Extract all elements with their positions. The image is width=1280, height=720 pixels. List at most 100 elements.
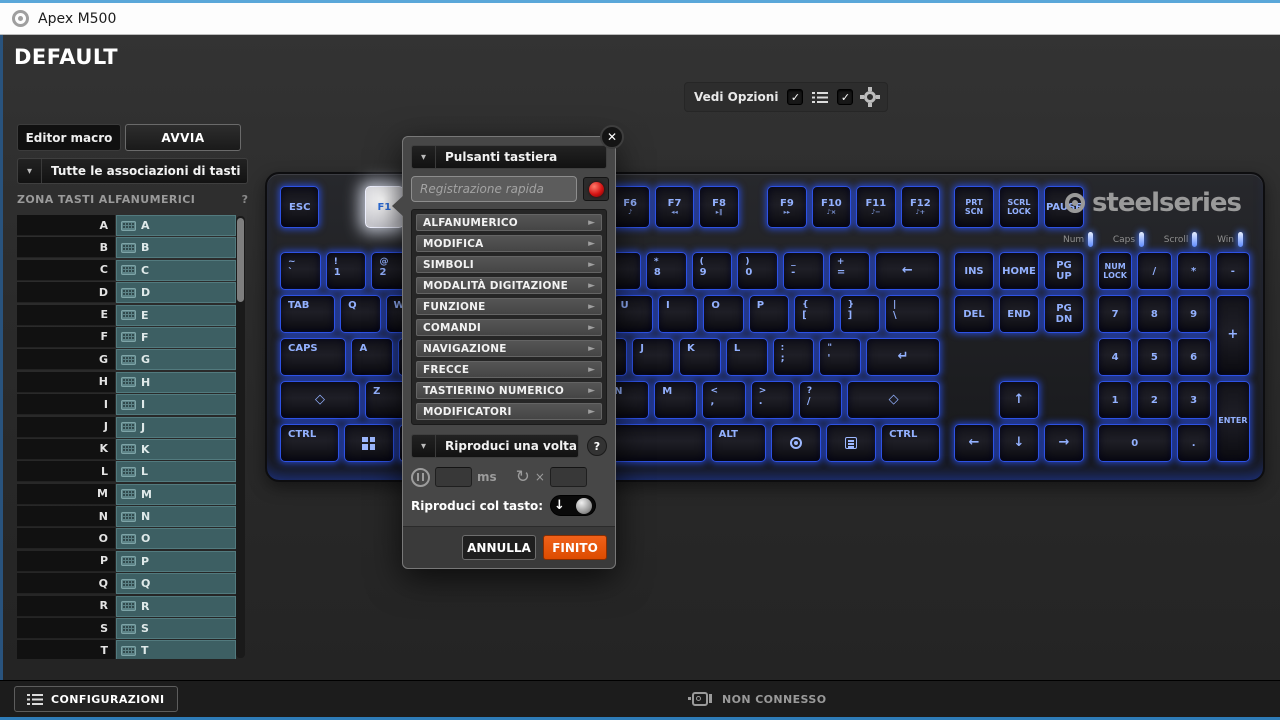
category-funzione[interactable]: FUNZIONE► (416, 298, 602, 315)
key-end[interactable]: END (999, 295, 1039, 333)
key-ins[interactable]: INS (954, 252, 994, 290)
done-button[interactable]: FINITO (543, 535, 607, 560)
key-binding-value[interactable]: P (116, 551, 236, 572)
key-binding-row-l[interactable]: LL (17, 461, 236, 482)
key-caps[interactable]: CAPS (280, 338, 346, 376)
key-arrow-right[interactable]: → (1044, 424, 1084, 462)
key-arrow-left[interactable]: ← (954, 424, 994, 462)
key-binding-value[interactable]: R (116, 596, 236, 617)
help-button[interactable]: ? (587, 436, 607, 456)
key-l[interactable]: L (726, 338, 768, 376)
quick-record-input[interactable] (411, 176, 577, 202)
key-binding-row-b[interactable]: BB (17, 237, 236, 258)
zone-help-icon[interactable]: ? (242, 193, 248, 206)
key-binding-row-d[interactable]: DD (17, 282, 236, 303)
view-option-checkbox-2[interactable]: ✓ (837, 89, 853, 105)
key-binding-value[interactable]: I (116, 394, 236, 415)
key-binding-row-q[interactable]: QQ (17, 573, 236, 594)
key-numpad-5[interactable]: 5 (1137, 338, 1171, 376)
key-binding-value[interactable]: B (116, 237, 236, 258)
key-menu[interactable] (826, 424, 876, 462)
key-numpad-enter[interactable]: ENTER (1216, 381, 1250, 462)
key-tab[interactable]: TAB (280, 295, 335, 333)
key-binding-value[interactable]: H (116, 372, 236, 393)
key-bracket-left[interactable]: {[ (794, 295, 834, 333)
key-binding-row-s[interactable]: SS (17, 618, 236, 639)
key-o[interactable]: O (703, 295, 743, 333)
key-numpad-1[interactable]: 1 (1098, 381, 1132, 419)
key-bracket-right[interactable]: }] (840, 295, 880, 333)
key-8[interactable]: *8 (646, 252, 687, 290)
key-f12[interactable]: F12♪+ (901, 186, 940, 228)
key-binding-value[interactable]: F (116, 327, 236, 348)
key-shift-right[interactable]: ◇ (847, 381, 940, 419)
key-f9[interactable]: F9▸▸ (767, 186, 806, 228)
key-numpad-7[interactable]: 7 (1098, 295, 1132, 333)
bindings-dropdown[interactable]: ▾ Tutte le associazioni di tasti (17, 158, 248, 184)
key-binding-row-i[interactable]: II (17, 394, 236, 415)
binding-type-dropdown[interactable]: ▾ Pulsanti tastiera (411, 145, 607, 169)
key-f11[interactable]: F11♪− (856, 186, 895, 228)
key-binding-value[interactable]: S (116, 618, 236, 639)
key-binding-value[interactable]: Q (116, 573, 236, 594)
key-binding-value[interactable]: E (116, 305, 236, 326)
key-arrow-up[interactable]: ↑ (999, 381, 1039, 419)
key-9[interactable]: (9 (692, 252, 733, 290)
key-quote[interactable]: "' (819, 338, 861, 376)
key-ctrl-left[interactable]: CTRL (280, 424, 339, 462)
category-modalit-digitazione[interactable]: MODALITÀ DIGITAZIONE► (416, 277, 602, 294)
key-alt-right[interactable]: ALT (711, 424, 766, 462)
key-binding-row-j[interactable]: JJ (17, 417, 236, 438)
settings-gear-icon[interactable] (864, 91, 876, 103)
close-icon[interactable]: ✕ (600, 125, 624, 149)
key-list-scrollbar[interactable] (236, 216, 245, 658)
key-1[interactable]: !1 (326, 252, 367, 290)
key-esc[interactable]: ESC (280, 186, 319, 228)
key-binding-row-e[interactable]: EE (17, 305, 236, 326)
category-simboli[interactable]: SIMBOLI► (416, 256, 602, 273)
category-frecce[interactable]: FRECCE► (416, 361, 602, 378)
category-alfanumerico[interactable]: ALFANUMERICO► (416, 214, 602, 231)
key-numpad-3[interactable]: 3 (1177, 381, 1211, 419)
key-p[interactable]: P (749, 295, 789, 333)
key-arrow-down[interactable]: ↓ (999, 424, 1039, 462)
key-numpad-plus[interactable]: + (1216, 295, 1250, 376)
key-num-lock[interactable]: NUMLOCK (1098, 252, 1132, 290)
key-minus[interactable]: _- (783, 252, 824, 290)
category-comandi[interactable]: COMANDI► (416, 319, 602, 336)
key-scroll-lock[interactable]: SCRLLOCK (999, 186, 1039, 228)
key-binding-value[interactable]: L (116, 461, 236, 482)
key-pg-dn[interactable]: PG DN (1044, 295, 1084, 333)
category-modificatori[interactable]: MODIFICATORI► (416, 403, 602, 420)
category-tastierino-numerico[interactable]: TASTIERINO NUMERICO► (416, 382, 602, 399)
key-home[interactable]: HOME (999, 252, 1039, 290)
key-print-screen[interactable]: PRTSCN (954, 186, 994, 228)
key-binding-value[interactable]: N (116, 506, 236, 527)
playback-dropdown[interactable]: ▾ Riproduci una volta (411, 434, 579, 458)
key-period[interactable]: >. (751, 381, 794, 419)
cancel-button[interactable]: ANNULLA (462, 535, 536, 560)
key-q[interactable]: Q (340, 295, 380, 333)
key-numpad-decimal[interactable]: . (1177, 424, 1211, 462)
key-j[interactable]: J (632, 338, 674, 376)
category-modifica[interactable]: MODIFICA► (416, 235, 602, 252)
key-binding-row-a[interactable]: AA (17, 215, 236, 236)
key-win[interactable] (344, 424, 394, 462)
view-option-checkbox-1[interactable]: ✓ (787, 89, 803, 105)
key-binding-row-g[interactable]: GG (17, 349, 236, 370)
key-f10[interactable]: F10♪× (812, 186, 851, 228)
key-binding-row-m[interactable]: MM (17, 484, 236, 505)
key-k[interactable]: K (679, 338, 721, 376)
key-binding-row-c[interactable]: CC (17, 260, 236, 281)
key-binding-row-n[interactable]: NN (17, 506, 236, 527)
key-press-toggle[interactable]: ↓ (550, 495, 596, 516)
key-binding-value[interactable]: G (116, 349, 236, 370)
key-shift-left[interactable]: ◇ (280, 381, 360, 419)
key-backquote[interactable]: ~` (280, 252, 321, 290)
key-numpad-4[interactable]: 4 (1098, 338, 1132, 376)
key-f7[interactable]: F7◂◂ (655, 186, 694, 228)
key-pg-up[interactable]: PG UP (1044, 252, 1084, 290)
key-binding-value[interactable]: M (116, 484, 236, 505)
key-binding-value[interactable]: K (116, 439, 236, 460)
key-binding-value[interactable]: J (116, 417, 236, 438)
